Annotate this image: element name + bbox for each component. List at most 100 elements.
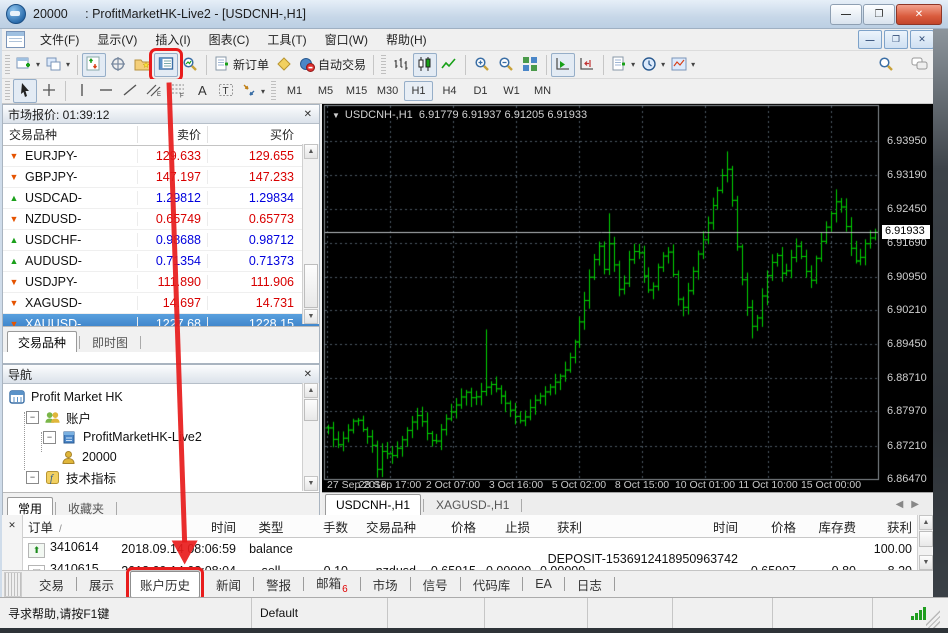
market-watch-scrollbar[interactable]: ▲ ▼ [302, 144, 319, 324]
scroll-up-icon[interactable]: ▲ [304, 144, 318, 159]
collapse-icon[interactable]: − [26, 411, 39, 424]
terminal-column-header[interactable]: 止损 [481, 517, 535, 536]
close-icon[interactable]: ✕ [302, 369, 314, 380]
menu-file[interactable]: 文件(F) [31, 28, 88, 51]
tree-item[interactable]: 20000 [3, 447, 319, 467]
market-row[interactable]: ▲USDCAD-1.298121.29834 [3, 188, 319, 209]
chevron-down-icon[interactable]: ▾ [691, 60, 695, 69]
market-watch-tab-0[interactable]: 交易品种 [7, 331, 77, 352]
close-icon[interactable]: ✕ [5, 519, 19, 532]
timeframe-h1-button[interactable]: H1 [404, 81, 433, 101]
menu-help[interactable]: 帮助(H) [377, 28, 436, 51]
column-symbol[interactable]: 交易品种 [3, 126, 137, 143]
terminal-tab-5[interactable]: 邮箱6 [307, 570, 357, 598]
new-order-button[interactable]: 新订单 [211, 53, 272, 77]
table-row[interactable]: ⬆34106142018.09.14 08:06:59balanceDEPOSI… [23, 538, 919, 560]
market-row[interactable]: ▼EURJPY-129.633129.655 [3, 146, 319, 167]
terminal-column-header[interactable]: 订单/ [23, 517, 111, 536]
market-watch-tab-1[interactable]: 即时图 [82, 332, 138, 352]
child-close-button[interactable]: ✕ [910, 30, 934, 49]
chat-button[interactable] [908, 53, 932, 77]
timeframe-d1-button[interactable]: D1 [466, 81, 495, 101]
equidistant-channel-button[interactable]: E [142, 79, 166, 103]
fibonacci-button[interactable]: F [166, 79, 190, 103]
column-ask[interactable]: 买价 [207, 126, 301, 143]
market-row[interactable]: ▼XAGUSD-14.69714.731 [3, 293, 319, 314]
crosshair-tool-button[interactable] [37, 79, 61, 103]
indicators-button[interactable]: ▾ [608, 53, 638, 77]
terminal-tab-2[interactable]: 账户历史 [130, 571, 200, 598]
scrollbar-thumb[interactable] [304, 399, 318, 421]
terminal-tab-3[interactable]: 新闻 [207, 572, 250, 597]
periods-button[interactable]: ▾ [638, 53, 668, 77]
timeframe-m15-button[interactable]: M15 [342, 81, 371, 101]
child-restore-button[interactable]: ❐ [884, 30, 908, 49]
chevron-down-icon[interactable]: ▼ [332, 111, 340, 120]
scroll-down-icon[interactable]: ▼ [919, 555, 933, 570]
chart-shift-button[interactable] [575, 53, 599, 77]
collapse-icon[interactable]: − [26, 471, 39, 484]
templates-button[interactable]: ▾ [668, 53, 698, 77]
market-row[interactable]: ▼NZDUSD-0.657490.65773 [3, 209, 319, 230]
timeframe-m5-button[interactable]: M5 [311, 81, 340, 101]
column-bid[interactable]: 卖价 [137, 126, 207, 143]
menu-window[interactable]: 窗口(W) [316, 28, 377, 51]
terminal-column-header[interactable]: 库存费 [801, 517, 861, 536]
close-button[interactable]: ✕ [896, 4, 942, 25]
chevron-down-icon[interactable]: ▾ [631, 60, 635, 69]
text-tool-button[interactable]: A [190, 79, 214, 103]
market-row[interactable]: ▲AUDUSD-0.713540.71373 [3, 251, 319, 272]
chevron-down-icon[interactable]: ▾ [66, 60, 70, 69]
line-chart-button[interactable] [437, 53, 461, 77]
market-watch-toggle-button[interactable] [82, 53, 106, 77]
terminal-tab-9[interactable]: EA [526, 574, 561, 594]
tab-scroll-left-icon[interactable]: ◀ [896, 499, 904, 510]
terminal-column-header[interactable]: 获利 [535, 517, 587, 536]
timeframe-m30-button[interactable]: M30 [373, 81, 402, 101]
text-label-button[interactable]: T [214, 79, 238, 103]
scroll-up-icon[interactable]: ▲ [304, 383, 318, 398]
chart-tab-0[interactable]: USDCNH-,H1 [325, 494, 421, 515]
tree-item[interactable]: −账户 [3, 407, 319, 427]
chart-tab-1[interactable]: XAGUSD-,H1 [426, 495, 519, 515]
autotrading-button[interactable]: 自动交易 [296, 53, 369, 77]
navigator-scrollbar[interactable]: ▲ ▼ [302, 383, 319, 491]
terminal-tab-10[interactable]: 日志 [568, 572, 611, 597]
zoom-out-button[interactable] [494, 53, 518, 77]
tile-windows-button[interactable] [518, 53, 542, 77]
tab-scroll-right-icon[interactable]: ▶ [911, 499, 919, 510]
timeframe-w1-button[interactable]: W1 [497, 81, 526, 101]
scroll-up-icon[interactable]: ▲ [919, 515, 933, 530]
terminal-tab-6[interactable]: 市场 [364, 572, 407, 597]
price-chart[interactable] [322, 104, 933, 492]
tree-item[interactable]: −f技术指标 [3, 467, 319, 487]
cursor-tool-button[interactable] [13, 79, 37, 103]
timeframe-m1-button[interactable]: M1 [280, 81, 309, 101]
scrollbar-thumb[interactable] [304, 264, 318, 308]
navigator-toggle-button[interactable] [130, 53, 154, 77]
toolbar-grip[interactable] [271, 81, 276, 101]
terminal-column-header[interactable]: 类型 [241, 517, 301, 536]
terminal-tab-8[interactable]: 代码库 [464, 572, 520, 597]
horizontal-line-button[interactable] [94, 79, 118, 103]
terminal-column-header[interactable]: 获利 [861, 517, 917, 536]
terminal-scrollbar[interactable]: ▲ ▼ [917, 515, 933, 570]
new-chart-button[interactable]: ▾ [13, 53, 43, 77]
terminal-column-header[interactable]: 价格 [743, 517, 801, 536]
menu-view[interactable]: 显示(V) [88, 28, 146, 51]
chevron-down-icon[interactable]: ▾ [261, 87, 265, 96]
terminal-tab-1[interactable]: 展示 [80, 572, 123, 597]
arrows-tool-button[interactable]: ▾ [238, 79, 268, 103]
maximize-button[interactable]: ❐ [863, 4, 895, 25]
collapse-icon[interactable]: − [43, 431, 56, 444]
chevron-down-icon[interactable]: ▾ [36, 60, 40, 69]
terminal-column-header[interactable]: 手数 [301, 517, 353, 536]
close-icon[interactable]: ✕ [302, 109, 314, 120]
table-row[interactable]: ▤34106152018.09.14 08:08:04sell0.10nzdus… [23, 560, 919, 570]
terminal-column-header[interactable]: 时间 [587, 517, 743, 536]
timeframe-h4-button[interactable]: H4 [435, 81, 464, 101]
terminal-tab-0[interactable]: 交易 [30, 572, 73, 597]
scroll-down-icon[interactable]: ▼ [304, 476, 318, 491]
vertical-line-button[interactable] [70, 79, 94, 103]
market-row[interactable]: ▼GBPJPY-147.197147.233 [3, 167, 319, 188]
